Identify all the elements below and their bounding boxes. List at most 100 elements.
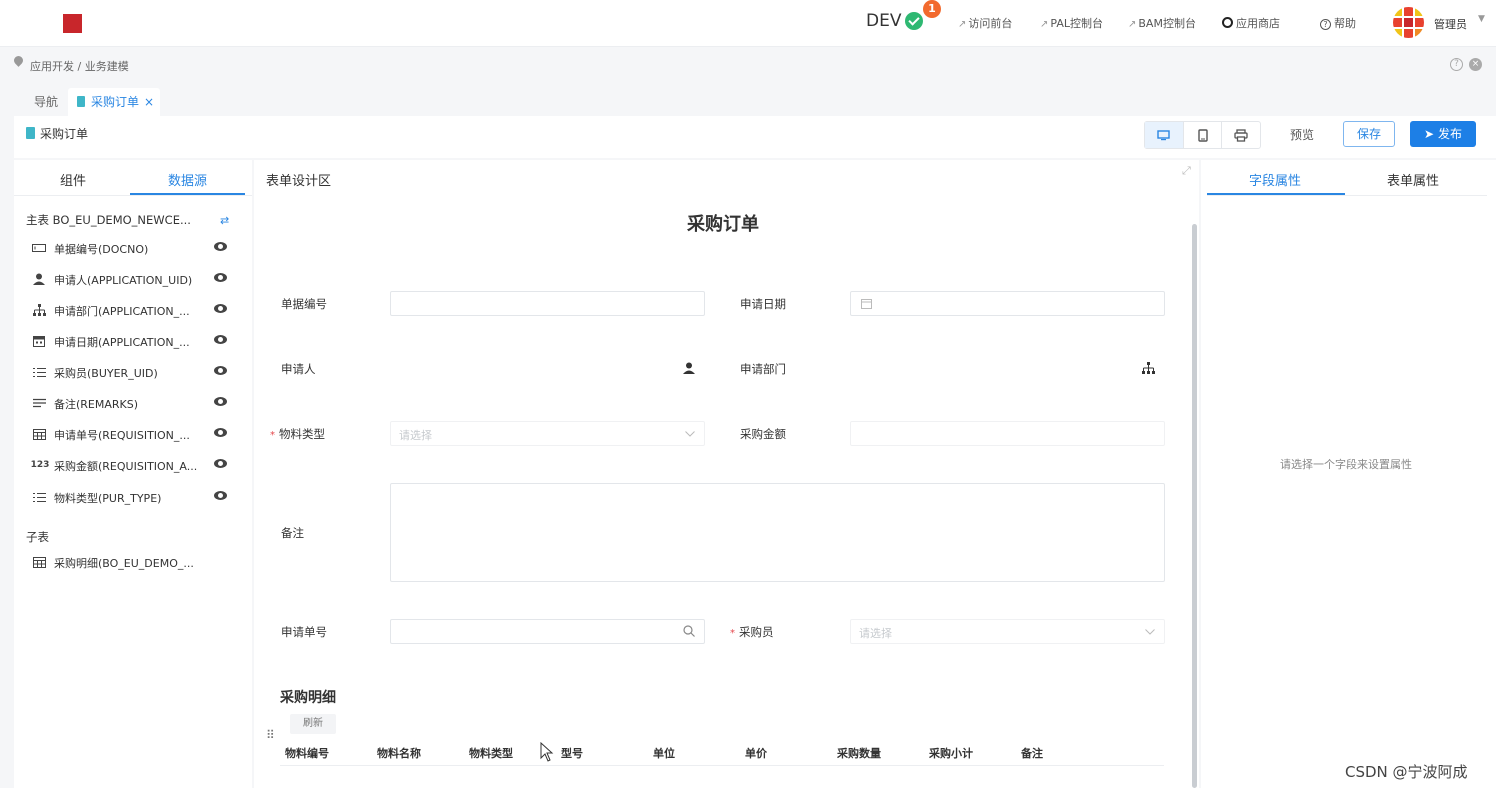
tab-components[interactable]: 组件 bbox=[60, 170, 86, 189]
chevron-down-icon[interactable]: ▼ bbox=[1478, 14, 1485, 24]
preview-button[interactable]: 预览 bbox=[1280, 123, 1324, 147]
app-store-link[interactable]: 应用商店 bbox=[1222, 15, 1280, 31]
field-docno[interactable]: 单据编号(DOCNO) bbox=[30, 238, 240, 258]
eye-icon[interactable] bbox=[214, 366, 227, 375]
column-header: 物料名称 bbox=[377, 747, 421, 760]
field-label: 物料类型(PUR_TYPE) bbox=[54, 492, 162, 505]
label-docno: 单据编号 bbox=[281, 297, 327, 311]
field-req-no[interactable]: 申请单号(REQUISITION_... bbox=[30, 424, 240, 444]
visit-frontend-link[interactable]: ↗ 访问前台 bbox=[958, 15, 1012, 31]
search-icon[interactable] bbox=[683, 625, 695, 640]
desktop-icon[interactable] bbox=[1145, 122, 1184, 148]
user-icon bbox=[32, 272, 46, 286]
field-label: 申请日期(APPLICATION_... bbox=[54, 336, 190, 349]
help-icon: ? bbox=[1320, 19, 1331, 30]
user-icon[interactable] bbox=[683, 362, 695, 377]
field-dept[interactable]: 申请部门(APPLICATION_... bbox=[30, 300, 240, 320]
top-bar: DEV 1 ↗ 访问前台 ↗ PAL控制台 ↗ BAM控制台 应用商店 ? 帮助 管理员… bbox=[0, 0, 1496, 47]
tab-field-properties[interactable]: 字段属性 bbox=[1249, 170, 1301, 189]
eye-icon[interactable] bbox=[214, 273, 227, 282]
material-type-select[interactable]: 请选择 bbox=[390, 421, 705, 446]
notification-badge[interactable]: 1 bbox=[923, 0, 941, 18]
watermark: CSDN @宁波阿成 bbox=[1345, 763, 1468, 781]
user-avatar[interactable] bbox=[1393, 7, 1424, 38]
pal-console-link[interactable]: ↗ PAL控制台 bbox=[1040, 15, 1103, 31]
refresh-button[interactable]: 刷新 bbox=[290, 714, 336, 734]
active-tab-indicator bbox=[130, 193, 245, 195]
field-label: 采购金额(REQUISITION_A... bbox=[54, 460, 198, 473]
dept-input[interactable] bbox=[850, 356, 1165, 381]
eye-icon[interactable] bbox=[214, 459, 227, 468]
main-table-label: 主表 BO_EU_DEMO_NEWCE... bbox=[26, 213, 191, 227]
column-header: 采购小计 bbox=[929, 747, 973, 760]
column-header: 单价 bbox=[745, 747, 767, 760]
label-remarks: 备注 bbox=[281, 526, 304, 540]
sub-table-item[interactable]: 采购明细(BO_EU_DEMO_... bbox=[30, 552, 240, 572]
help-circle-icon[interactable]: ? bbox=[1450, 58, 1463, 71]
user-name[interactable]: 管理员 bbox=[1434, 16, 1467, 32]
tablet-icon[interactable] bbox=[1184, 122, 1223, 148]
send-icon: ➤ bbox=[1424, 127, 1435, 141]
tab-purchase-order[interactable]: 采购订单 × bbox=[68, 88, 160, 116]
docno-input[interactable] bbox=[390, 291, 705, 316]
field-buyer[interactable]: 采购员(BUYER_UID) bbox=[30, 362, 240, 382]
sub-table-label: 子表 bbox=[26, 530, 49, 544]
help-link[interactable]: ? 帮助 bbox=[1320, 15, 1356, 31]
apply-date-input[interactable] bbox=[850, 291, 1165, 316]
table-icon bbox=[32, 555, 46, 569]
store-icon bbox=[1222, 17, 1233, 28]
buyer-select[interactable]: 请选择 bbox=[850, 619, 1165, 644]
eye-icon[interactable] bbox=[214, 335, 227, 344]
list-icon bbox=[32, 490, 46, 504]
tab-form-properties[interactable]: 表单属性 bbox=[1387, 170, 1439, 189]
drag-handle-icon[interactable]: ⠿ bbox=[266, 728, 275, 742]
table-icon bbox=[32, 427, 46, 441]
save-button[interactable]: 保存 bbox=[1343, 121, 1395, 147]
app-logo[interactable] bbox=[63, 14, 82, 33]
field-amount[interactable]: 123 采购金额(REQUISITION_A... bbox=[30, 455, 240, 475]
expand-icon[interactable]: ⤢ bbox=[1182, 164, 1191, 178]
eye-icon[interactable] bbox=[214, 242, 227, 251]
field-label: 采购员(BUYER_UID) bbox=[54, 367, 158, 380]
close-icon[interactable]: × bbox=[144, 95, 154, 109]
field-apply-date[interactable]: 申请日期(APPLICATION_... bbox=[30, 331, 240, 351]
req-no-input[interactable] bbox=[390, 619, 705, 644]
eye-icon[interactable] bbox=[214, 397, 227, 406]
datasource-panel: 组件 数据源 主表 BO_EU_DEMO_NEWCE... ⇄ 单据编号(DOC… bbox=[14, 160, 252, 788]
scrollbar[interactable] bbox=[1192, 224, 1197, 788]
breadcrumb-row: 应用开发 / 业务建模 ? × bbox=[0, 48, 1496, 84]
breadcrumb: 应用开发 / 业务建模 bbox=[30, 60, 129, 73]
placeholder: 请选择 bbox=[859, 627, 892, 640]
bam-console-link[interactable]: ↗ BAM控制台 bbox=[1128, 15, 1196, 31]
org-icon[interactable] bbox=[1142, 362, 1155, 377]
label-dept: 申请部门 bbox=[740, 362, 786, 376]
external-arrow-icon: ↗ bbox=[1128, 19, 1137, 30]
field-pur-type[interactable]: 物料类型(PUR_TYPE) bbox=[30, 487, 240, 507]
eye-icon[interactable] bbox=[214, 428, 227, 437]
number-icon: 123 bbox=[30, 460, 50, 470]
print-icon[interactable] bbox=[1222, 122, 1260, 148]
field-remarks[interactable]: 备注(REMARKS) bbox=[30, 393, 240, 413]
field-applicant[interactable]: 申请人(APPLICATION_UID) bbox=[30, 269, 240, 289]
switch-icon[interactable]: ⇄ bbox=[220, 214, 229, 227]
close-circle-icon[interactable]: × bbox=[1469, 58, 1482, 71]
label-apply-date: 申请日期 bbox=[740, 297, 786, 311]
form-title: 采购订单 bbox=[687, 214, 759, 235]
lines-icon bbox=[32, 396, 46, 410]
form-name: 采购订单 bbox=[40, 127, 89, 141]
calendar-icon bbox=[861, 298, 872, 312]
applicant-input[interactable] bbox=[390, 356, 705, 381]
remarks-textarea[interactable] bbox=[390, 483, 1165, 582]
column-header: 物料编号 bbox=[285, 747, 329, 760]
tab-datasource[interactable]: 数据源 bbox=[168, 170, 207, 189]
publish-button[interactable]: ➤ 发布 bbox=[1410, 121, 1476, 147]
eye-icon[interactable] bbox=[214, 491, 227, 500]
label-buyer: * 采购员 bbox=[730, 625, 774, 639]
eye-icon[interactable] bbox=[214, 304, 227, 313]
tab-nav[interactable]: 导航 bbox=[34, 93, 58, 110]
amount-input[interactable] bbox=[850, 421, 1165, 446]
tab-divider bbox=[14, 195, 252, 196]
env-indicator[interactable]: DEV bbox=[866, 11, 924, 31]
env-label: DEV bbox=[866, 11, 902, 31]
field-label: 申请人(APPLICATION_UID) bbox=[54, 274, 193, 287]
